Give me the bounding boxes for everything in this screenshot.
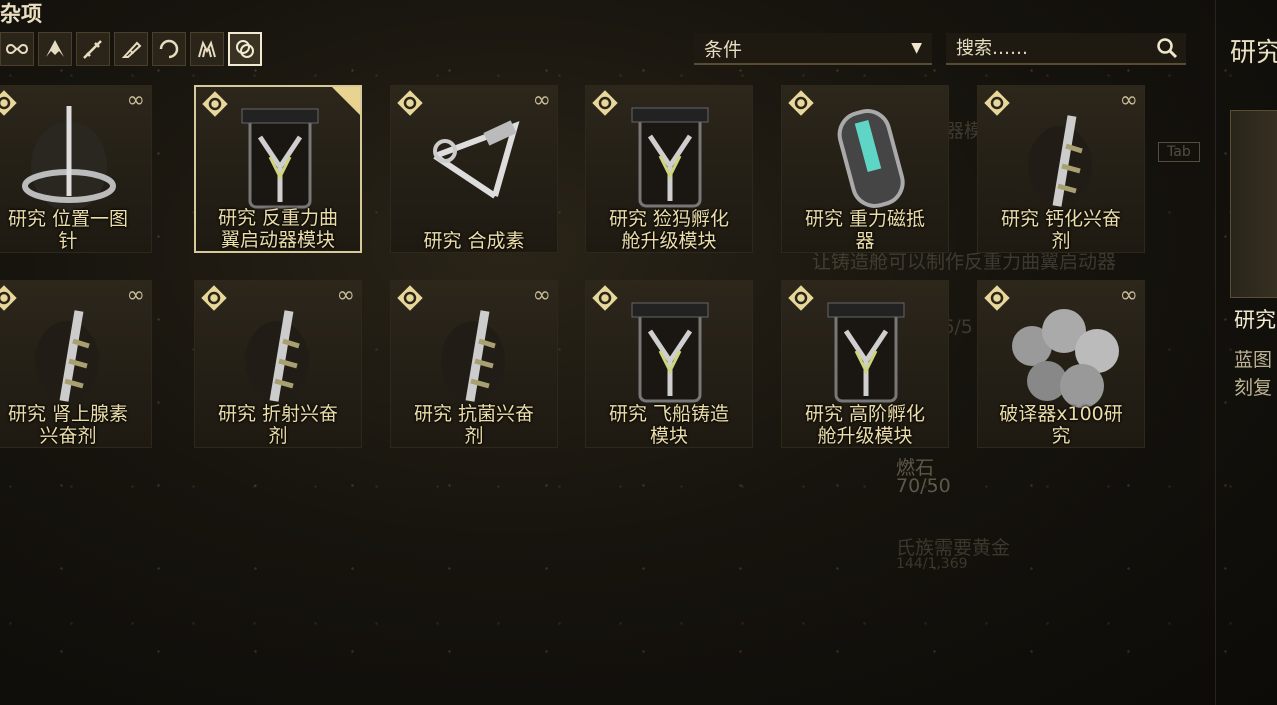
filter-primary[interactable] [76,32,110,66]
module-art [827,302,905,403]
secondary-weapon-icon [121,41,142,58]
warframe-icon [46,40,64,57]
infinity-icon [5,43,29,55]
syringe-art [245,310,309,402]
item-label: 研究 反重力曲 翼启动器模块 [217,207,339,251]
detail-title: 研究 [1230,38,1277,68]
item-label: 破译器x100研究 [999,403,1123,447]
syringe-art [1028,115,1092,207]
detail-item-desc: 蓝图 刻复 [1234,349,1273,399]
item-label: 研究 位置一图针 [7,208,129,252]
item-label: 研究 高阶孵化 舱升级模块 [804,403,926,447]
misc-items-icon [236,40,254,58]
capsule-art [837,109,905,208]
module-art [241,108,319,209]
item-label: 研究 重力磁抵器 [804,208,926,252]
filter-companion[interactable] [190,32,224,66]
research-item-card[interactable]: 研究 猃犸孵化 舱升级模块 [585,85,753,253]
filter-all[interactable] [0,32,34,66]
beacon-art [22,106,116,211]
module-art [631,107,709,208]
research-item-card[interactable]: ∞ 破译器x100研究 [977,280,1145,448]
item-label: 研究 抗菌兴奋剂 [413,403,535,447]
item-label: 研究 折射兴奋剂 [217,403,339,447]
search-icon[interactable] [1156,37,1178,59]
category-filter-bar [0,32,262,66]
companion-icon [198,40,216,58]
infinity-icon: ∞ [126,88,145,113]
filter-melee[interactable] [152,32,186,66]
ghost-line-4: 144/1,369 [896,556,968,572]
research-item-card[interactable]: 研究 重力磁抵器 [781,85,949,253]
filter-secondary[interactable] [114,32,148,66]
detail-side-panel: 研究 研究 蓝图 刻复 [1215,0,1277,705]
research-item-card[interactable]: ∞ 研究 折射兴奋剂 [194,280,362,448]
detail-item-name: 研究 [1234,308,1276,332]
primary-weapon-icon [83,40,102,59]
infinity-icon: ∞ [336,283,355,308]
infinity-icon: ∞ [126,283,145,308]
item-label: 研究 合成素 [423,230,525,252]
item-label: 研究 飞船铸造 模块 [608,403,730,447]
infinity-icon: ∞ [1119,88,1138,113]
search-box [946,33,1186,65]
infinity-icon: ∞ [532,88,551,113]
cipher-art [1012,309,1119,408]
research-item-card[interactable]: 研究 飞船铸造 模块 [585,280,753,448]
research-item-card[interactable]: ∞ 研究 肾上腺素 兴奋剂 [0,280,152,448]
research-item-card[interactable]: ∞ 研究 抗菌兴奋剂 [390,280,558,448]
ghost-resource-count: 70/50 [896,475,951,497]
syringe-art [35,310,99,402]
research-item-card[interactable]: ∞ 研究 位置一图针 [0,85,152,253]
research-item-card[interactable]: 研究 反重力曲 翼启动器模块 [194,85,362,253]
page-title: 杂项 [0,2,42,26]
detail-image [1230,110,1277,298]
syringe-art [441,310,505,402]
item-label: 研究 肾上腺素 兴奋剂 [7,403,129,447]
ghost-line-3: 氏族需要黄金 [896,537,1011,559]
search-input[interactable] [954,36,1148,60]
condition-label: 条件 [704,38,743,61]
infinity-icon: ∞ [1119,283,1138,308]
chevron-down-icon: ▼ [911,40,922,56]
infinity-icon: ∞ [532,283,551,308]
synthesis-art [433,120,520,199]
research-item-card[interactable]: ∞ 研究 合成素 [390,85,558,253]
filter-warframe[interactable] [38,32,72,66]
condition-dropdown[interactable]: 条件 ▼ [694,33,932,65]
item-label: 研究 猃犸孵化 舱升级模块 [608,208,730,252]
item-label: 研究 钙化兴奋剂 [1000,208,1122,252]
tab-key-hint: Tab [1158,142,1200,162]
module-art [631,302,709,403]
ghost-resource-name: 燃石 [896,457,935,479]
research-item-card[interactable]: ∞ 研究 钙化兴奋剂 [977,85,1145,253]
melee-weapon-icon [159,39,179,59]
filter-misc[interactable] [228,32,262,66]
research-item-card[interactable]: 研究 高阶孵化 舱升级模块 [781,280,949,448]
